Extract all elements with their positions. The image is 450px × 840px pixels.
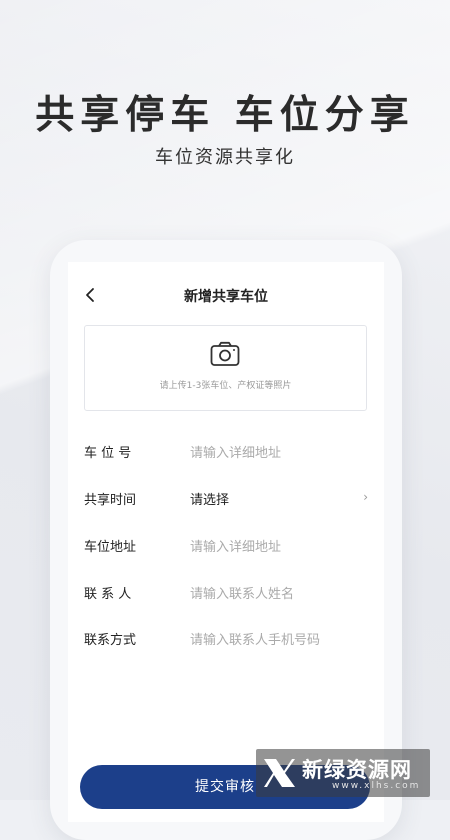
form-row-space-number: 车 位 号 请输入详细地址 xyxy=(84,440,368,464)
camera-icon xyxy=(210,341,240,366)
contact-phone-input[interactable]: 请输入联系人手机号码 xyxy=(190,629,320,648)
contact-name-input[interactable]: 请输入联系人姓名 xyxy=(190,583,294,602)
form-row-phone: 联系方式 请输入联系人手机号码 xyxy=(84,627,368,651)
field-label: 联 系 人 xyxy=(84,587,132,602)
chevron-right-icon: › xyxy=(363,490,368,504)
share-time-select[interactable]: 请选择 xyxy=(190,489,229,508)
promo-headline: 共享停车 车位分享 xyxy=(35,93,415,138)
field-label: 车 位 号 xyxy=(84,446,132,461)
app-screen: 新增共享车位 请上传1-3张车位、产权证等照片 车 位 号 请输入详细地址 共享… xyxy=(68,262,384,822)
promo-subline: 车位资源共享化 xyxy=(155,147,295,168)
nav-bar: 新增共享车位 xyxy=(68,282,384,312)
form-row-share-time[interactable]: 共享时间 请选择 › xyxy=(84,487,368,511)
upload-hint: 请上传1-3张车位、产权证等照片 xyxy=(159,381,292,391)
field-label: 联系方式 xyxy=(84,633,137,648)
address-input[interactable]: 请输入详细地址 xyxy=(190,536,281,555)
form-row-contact: 联 系 人 请输入联系人姓名 xyxy=(84,581,368,605)
page-title: 新增共享车位 xyxy=(184,289,268,305)
field-label: 共享时间 xyxy=(84,493,137,508)
watermark-url: www.xlhs.com xyxy=(332,781,421,791)
form-row-address: 车位地址 请输入详细地址 xyxy=(84,534,368,558)
field-label: 车位地址 xyxy=(84,540,137,555)
photo-upload-area[interactable]: 请上传1-3张车位、产权证等照片 xyxy=(84,325,367,411)
space-number-input[interactable]: 请输入详细地址 xyxy=(190,442,281,461)
watermark-text: 新绿资源网 xyxy=(302,758,412,782)
watermark-logo-icon xyxy=(264,759,295,787)
watermark: 新绿资源网 www.xlhs.com xyxy=(256,749,430,797)
